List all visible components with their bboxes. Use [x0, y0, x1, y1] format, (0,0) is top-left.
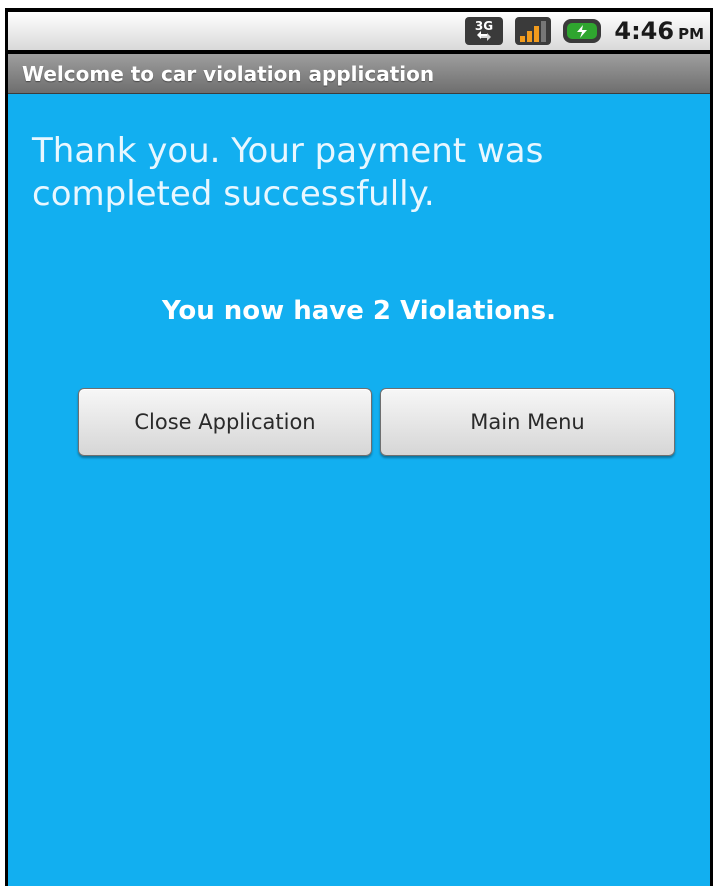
close-application-button[interactable]: Close Application	[78, 388, 372, 456]
status-time: 4:46	[614, 17, 675, 45]
status-clock: 4:46 PM	[614, 17, 704, 45]
battery-icon	[562, 16, 602, 46]
app-title: Welcome to car violation application	[22, 61, 435, 86]
violations-count-text: You now have 2 Violations.	[161, 296, 557, 326]
status-bar: 3G 4:46 PM	[8, 12, 710, 50]
network-3g-icon: 3G	[464, 16, 504, 46]
payment-success-message: Thank you. Your payment was completed su…	[32, 131, 544, 214]
network-3g-label: 3G	[475, 19, 493, 33]
app-title-bar: Welcome to car violation application	[8, 54, 710, 94]
main-menu-button[interactable]: Main Menu	[380, 388, 675, 456]
main-content: Thank you. Your payment was completed su…	[8, 94, 710, 886]
signal-icon	[514, 16, 552, 46]
status-ampm: PM	[678, 25, 704, 43]
